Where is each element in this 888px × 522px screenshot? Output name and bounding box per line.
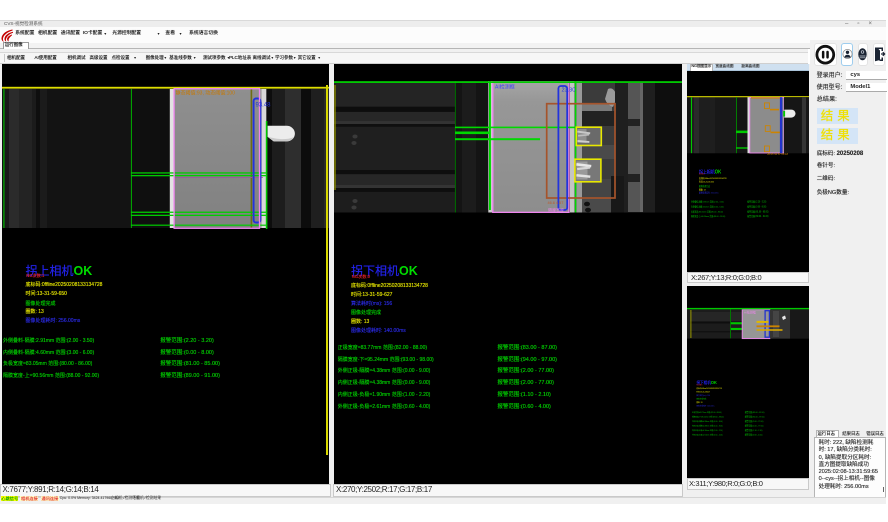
svg-text:46.6 4.57: 46.6 4.57 (548, 201, 564, 205)
svg-text:23.80: 23.80 (562, 88, 576, 94)
svg-text:隔膜宽度: 隔膜宽度 (548, 207, 564, 213)
svg-text:静态阈值:93, 动态阈值:100: 静态阈值:93, 动态阈值:100 (175, 90, 235, 97)
svg-text:93.48: 93.48 (255, 103, 271, 109)
svg-text:AI检测框: AI检测框 (495, 84, 515, 91)
svg-text:AI检测框: AI检测框 (744, 310, 756, 315)
